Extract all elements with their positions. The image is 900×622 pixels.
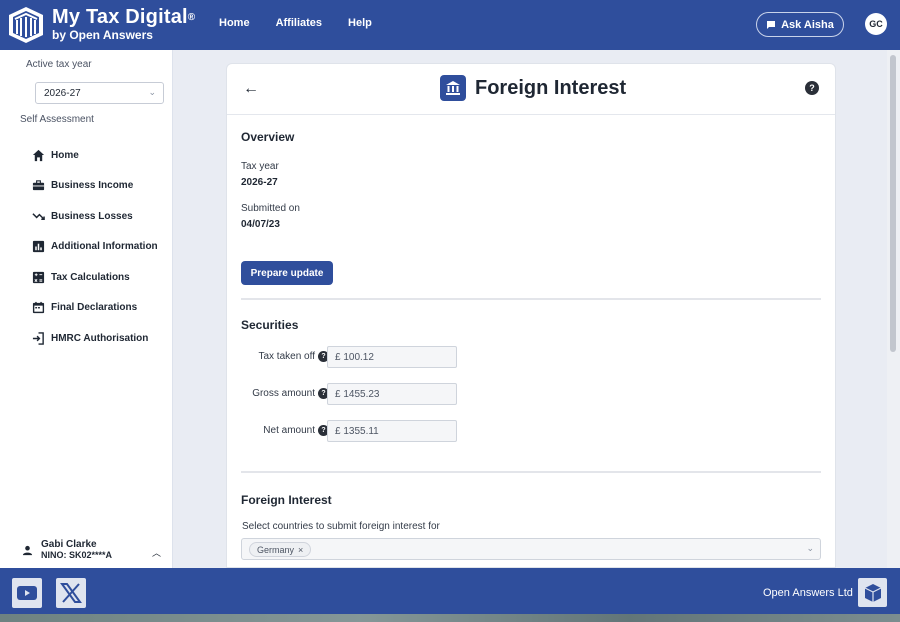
tax-year-select-value: 2026-27: [44, 88, 81, 99]
back-arrow-icon[interactable]: ←: [243, 80, 259, 98]
top-navbar: My Tax Digital® by Open Answers Home Aff…: [0, 0, 900, 50]
youtube-icon: [17, 586, 37, 600]
briefcase-icon: [32, 180, 45, 191]
tax-taken-off-row: Tax taken off? £ 100.12: [241, 346, 541, 368]
active-tax-year-label: Active tax year: [26, 59, 92, 70]
calculator-icon: [32, 271, 45, 283]
bank-icon: [440, 75, 466, 101]
background-strip: [0, 614, 900, 622]
submitted-on-value: 04/07/23: [241, 219, 280, 230]
countries-select-label: Select countries to submit foreign inter…: [242, 521, 440, 532]
chevron-down-icon[interactable]: ⌄: [806, 543, 814, 554]
chevron-up-icon: ︿: [152, 548, 162, 558]
youtube-link[interactable]: [12, 578, 42, 608]
registered-mark: ®: [187, 12, 196, 23]
x-link[interactable]: [56, 578, 86, 608]
foreign-interest-heading: Foreign Interest: [241, 493, 332, 507]
main-nav: Home Affiliates Help: [219, 17, 398, 29]
tax-taken-off-label: Tax taken off: [258, 351, 315, 362]
section-divider: [241, 471, 821, 473]
help-icon[interactable]: ?: [805, 81, 819, 95]
net-amount-input[interactable]: £ 1355.11: [327, 420, 457, 442]
brand-logo-icon[interactable]: [6, 5, 46, 45]
net-amount-row: Net amount? £ 1355.11: [241, 420, 541, 442]
chat-icon: [767, 20, 776, 29]
sidebar-item-hmrc-authorisation[interactable]: HMRC Authorisation: [32, 323, 158, 354]
brand-subtitle: by Open Answers: [52, 28, 153, 42]
tax-taken-off-input[interactable]: £ 100.12: [327, 346, 457, 368]
sidebar-item-business-income[interactable]: Business Income: [32, 171, 158, 202]
close-icon[interactable]: ×: [298, 545, 303, 555]
company-logo-icon[interactable]: [858, 578, 887, 607]
user-name: Gabi Clarke: [41, 539, 97, 550]
country-chip-label: Germany: [257, 544, 295, 555]
user-avatar[interactable]: GC: [865, 13, 887, 35]
country-multiselect[interactable]: Germany × ⌄: [241, 538, 821, 560]
sidebar-item-label: Additional Information: [51, 241, 158, 253]
gross-amount-label: Gross amount: [252, 388, 315, 399]
sidebar-item-final-declarations[interactable]: Final Declarations: [32, 293, 158, 324]
home-icon: [32, 149, 45, 161]
nav-home-link[interactable]: Home: [219, 17, 250, 29]
submitted-on-label: Submitted on: [241, 203, 300, 214]
sidebar-item-label: Business Losses: [51, 210, 133, 222]
prepare-update-button[interactable]: Prepare update: [241, 261, 333, 285]
nav-affiliates-link[interactable]: Affiliates: [276, 17, 322, 29]
card-header: ← Foreign Interest ?: [227, 64, 835, 115]
x-icon: [60, 583, 82, 603]
sidebar-item-home[interactable]: Home: [32, 140, 158, 171]
scrollbar-thumb[interactable]: [890, 55, 896, 352]
ask-aisha-label: Ask Aisha: [781, 18, 834, 31]
login-icon: [32, 331, 44, 345]
bar-chart-icon: [32, 241, 45, 253]
sidebar-item-label: Business Income: [51, 180, 134, 192]
net-amount-label: Net amount: [263, 425, 315, 436]
tax-year-value: 2026-27: [241, 177, 278, 188]
company-name: Open Answers Ltd: [763, 587, 853, 599]
sidebar-item-label: Final Declarations: [51, 302, 138, 314]
foreign-interest-card: ← Foreign Interest ? Overview Tax year 2…: [226, 63, 836, 568]
tax-year-label: Tax year: [241, 161, 279, 172]
brand-title: My Tax Digital: [52, 6, 188, 28]
country-chip[interactable]: Germany ×: [249, 542, 312, 557]
gross-amount-input[interactable]: £ 1455.23: [327, 383, 457, 405]
sidebar: Active tax year 2026-27 ⌄ Self Assessmen…: [0, 50, 173, 568]
sidebar-item-tax-calculations[interactable]: Tax Calculations: [32, 262, 158, 293]
sidebar-menu: Home Business Income Business Losses Add…: [32, 140, 158, 354]
calendar-icon: [32, 302, 45, 314]
securities-heading: Securities: [241, 318, 299, 332]
section-divider: [241, 298, 821, 300]
person-icon: [22, 545, 33, 556]
ask-aisha-button[interactable]: Ask Aisha: [756, 12, 844, 37]
user-profile-toggle[interactable]: Gabi Clarke NINO: SK02****A ︿: [22, 538, 167, 566]
sidebar-item-additional-information[interactable]: Additional Information: [32, 232, 158, 263]
gross-amount-row: Gross amount? £ 1455.23: [241, 383, 541, 405]
sidebar-item-label: Tax Calculations: [51, 271, 130, 283]
user-nino: NINO: SK02****A: [41, 550, 113, 560]
sidebar-item-business-losses[interactable]: Business Losses: [32, 201, 158, 232]
chevron-down-icon: ⌄: [148, 87, 156, 97]
trending-down-icon: [32, 212, 45, 220]
self-assessment-label: Self Assessment: [20, 114, 94, 125]
brand[interactable]: My Tax Digital® by Open Answers: [52, 6, 195, 42]
sidebar-item-label: HMRC Authorisation: [51, 332, 149, 344]
sidebar-item-label: Home: [51, 149, 79, 161]
overview-heading: Overview: [241, 130, 295, 144]
tax-year-select[interactable]: 2026-27 ⌄: [35, 82, 164, 104]
page-title: Foreign Interest: [475, 77, 627, 99]
nav-help-link[interactable]: Help: [348, 17, 372, 29]
